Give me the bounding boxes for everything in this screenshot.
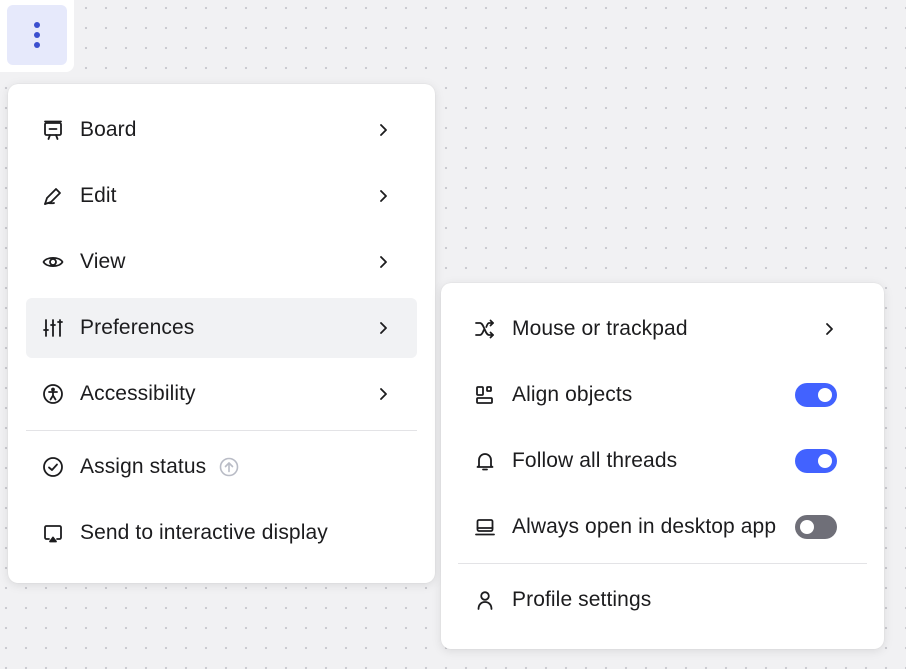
preferences-submenu: Mouse or trackpad Align objects Follow a… — [441, 283, 884, 649]
menu-item-view[interactable]: View — [26, 232, 417, 292]
sliders-icon — [42, 317, 64, 339]
pen-icon — [42, 185, 64, 207]
menu-item-follow-all-threads[interactable]: Follow all threads — [458, 431, 867, 491]
menu-item-label: Board — [80, 118, 137, 141]
chevron-right-icon — [826, 323, 833, 335]
menu-item-label: Align objects — [512, 383, 633, 406]
accessibility-icon — [42, 383, 64, 405]
menu-divider — [458, 563, 867, 564]
board-icon — [42, 119, 64, 141]
align-objects-icon — [474, 384, 496, 406]
menu-item-accessibility[interactable]: Accessibility — [26, 364, 417, 424]
menu-item-profile-settings[interactable]: Profile settings — [458, 570, 867, 630]
shuffle-icon — [474, 318, 496, 340]
menu-item-preferences[interactable]: Preferences — [26, 298, 417, 358]
menu-item-edit[interactable]: Edit — [26, 166, 417, 226]
menu-item-label: Profile settings — [512, 588, 652, 611]
upgrade-arrow-icon — [219, 458, 239, 477]
chevron-right-icon — [380, 388, 387, 400]
menu-item-label: Edit — [80, 184, 117, 207]
menu-item-label: Mouse or trackpad — [512, 317, 688, 340]
always-open-desktop-toggle[interactable] — [795, 515, 837, 539]
menu-item-align-objects[interactable]: Align objects — [458, 365, 867, 425]
chevron-right-icon — [380, 124, 387, 136]
toggle-knob — [800, 520, 814, 534]
eye-icon — [42, 251, 64, 273]
main-menu: Board Edit View Preferences Accessibilit… — [8, 84, 435, 583]
menu-item-label: Preferences — [80, 316, 195, 339]
menu-item-board[interactable]: Board — [26, 100, 417, 160]
menu-item-label: Assign status — [80, 455, 207, 478]
menu-item-label-wrap: Assign status — [80, 455, 401, 479]
menu-item-label: Follow all threads — [512, 449, 678, 472]
toggle-knob — [818, 388, 832, 402]
menu-divider — [26, 430, 417, 431]
menu-item-assign-status[interactable]: Assign status — [26, 437, 417, 497]
follow-all-threads-toggle[interactable] — [795, 449, 837, 473]
user-icon — [474, 589, 496, 611]
align-objects-toggle[interactable] — [795, 383, 837, 407]
chevron-right-icon — [380, 190, 387, 202]
laptop-icon — [474, 516, 496, 538]
menu-item-label: Send to interactive display — [80, 521, 328, 544]
bell-icon — [474, 450, 496, 472]
more-vertical-icon — [34, 22, 40, 48]
chevron-right-icon — [380, 322, 387, 334]
more-menu-button[interactable] — [7, 5, 67, 65]
menu-item-label: View — [80, 250, 126, 273]
menu-item-always-open-desktop[interactable]: Always open in desktop app — [458, 497, 867, 557]
toggle-knob — [818, 454, 832, 468]
menu-item-label: Accessibility — [80, 382, 196, 405]
menu-item-mouse-or-trackpad[interactable]: Mouse or trackpad — [458, 299, 867, 359]
chevron-right-icon — [380, 256, 387, 268]
menu-item-label: Always open in desktop app — [512, 515, 777, 538]
cast-display-icon — [42, 522, 64, 544]
check-circle-icon — [42, 456, 64, 478]
menu-item-send-to-display[interactable]: Send to interactive display — [26, 503, 417, 563]
